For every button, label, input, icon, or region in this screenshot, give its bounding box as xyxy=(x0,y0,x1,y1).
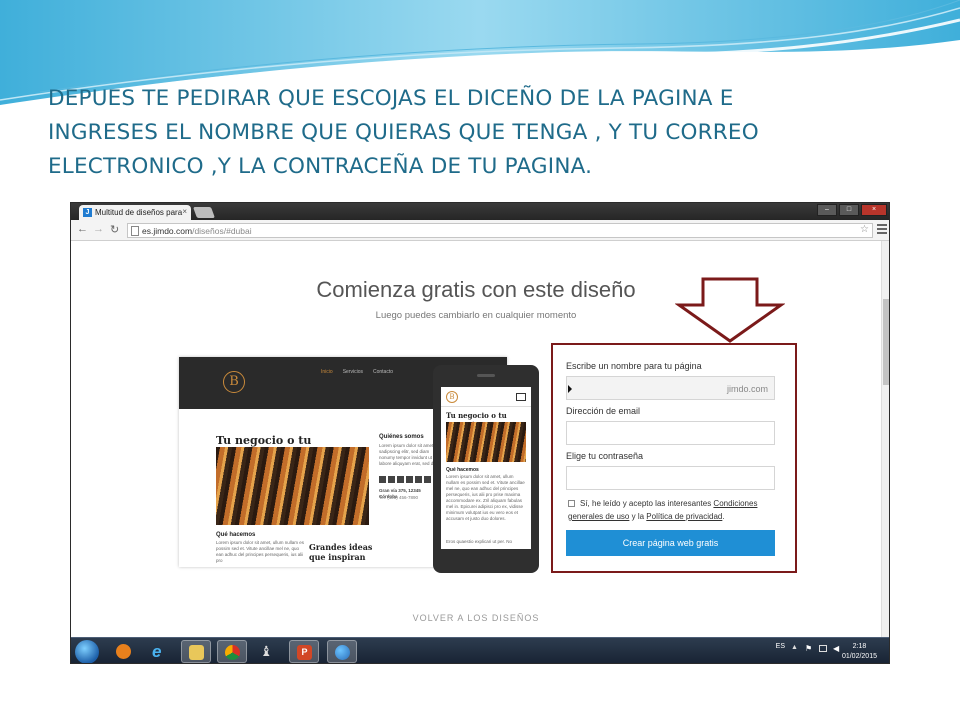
reload-icon[interactable]: ↻ xyxy=(110,223,119,236)
phone-screen: B Tu negocio o tu proyecto Qué hacemos L… xyxy=(441,387,531,549)
slide-title-line-3: ELECTRONICO ,Y LA CONTRACEÑA DE TU PAGIN… xyxy=(48,154,593,179)
email-field[interactable] xyxy=(566,421,775,445)
powerpoint-icon[interactable]: P xyxy=(289,640,319,663)
url-host: es.jimdo.com xyxy=(142,226,193,236)
windows-taskbar: e ♝ P ES ▲ ⚑ ◀ 2:18 01/02/2015 xyxy=(71,637,889,663)
menu-icon[interactable] xyxy=(877,224,887,234)
tab-bar: J Multitud de diseños para × – □ × xyxy=(71,203,889,220)
social-icon xyxy=(397,476,404,483)
password-field[interactable] xyxy=(566,466,775,490)
preview-bottom-heading: Grandes ideas que inspiran xyxy=(309,542,373,562)
preview-side-heading: Quiénes somos xyxy=(379,434,424,440)
tab-title: Multitud de diseños para xyxy=(95,208,183,217)
new-tab-button[interactable] xyxy=(192,207,216,218)
phone-menu-icon xyxy=(516,393,526,401)
maximize-button[interactable]: □ xyxy=(839,204,859,216)
paint-icon[interactable] xyxy=(327,640,357,663)
url-path: /diseños/#dubai xyxy=(192,226,252,236)
phone-logo: B xyxy=(446,391,458,403)
create-website-button[interactable]: Crear página web gratis xyxy=(566,530,775,556)
password-label: Elige tu contraseña xyxy=(566,451,644,461)
windows-media-player-icon[interactable] xyxy=(109,640,139,663)
preview-nav-item: Servicios xyxy=(342,369,363,375)
terms-row: Sí, he leído y acepto las interesantes C… xyxy=(568,497,783,523)
phone-header: B xyxy=(441,387,531,407)
phone-body-text: Lorem ipsum dolor sit amet, ullum nullam… xyxy=(446,474,525,521)
signup-form: Escribe un nombre para tu página jimdo.c… xyxy=(551,343,797,573)
slide-title: DEPUES TE PEDIRAR QUE ESCOJAS EL DICEÑO … xyxy=(48,82,928,184)
terms-checkbox[interactable] xyxy=(568,500,575,507)
email-label: Dirección de email xyxy=(566,406,641,416)
preview-building-image xyxy=(216,447,369,525)
file-explorer-icon[interactable] xyxy=(181,640,211,663)
social-icon xyxy=(388,476,395,483)
preview-logo: B xyxy=(223,371,245,393)
terms-mid: y la xyxy=(629,512,647,521)
close-window-button[interactable]: × xyxy=(861,204,887,216)
close-tab-icon[interactable]: × xyxy=(182,207,187,216)
mouse-cursor-icon xyxy=(568,385,572,393)
browser-toolbar: ← → ↻ es.jimdo.com/diseños/#dubai ☆ xyxy=(71,220,889,241)
page-scrollbar[interactable] xyxy=(881,241,889,637)
minimize-button[interactable]: – xyxy=(817,204,837,216)
privacy-link[interactable]: Política de privacidad xyxy=(646,512,722,521)
preview-section-heading: Qué hacemos xyxy=(216,532,256,538)
social-icon xyxy=(406,476,413,483)
slide-title-line-1: DEPUES TE PEDIRAR QUE ESCOJAS EL DICEÑO … xyxy=(48,86,734,111)
scrollbar-thumb[interactable] xyxy=(883,299,889,385)
clock-time: 2:18 xyxy=(852,643,867,650)
back-to-designs-link[interactable]: VOLVER A LOS DISEÑOS xyxy=(71,613,881,623)
forward-arrow-icon[interactable]: → xyxy=(93,223,104,235)
back-arrow-icon[interactable]: ← xyxy=(77,223,88,235)
phone-speaker xyxy=(477,374,495,377)
network-icon[interactable] xyxy=(819,645,827,652)
taskbar-clock[interactable]: 2:18 01/02/2015 xyxy=(842,642,877,662)
preview-nav: Inicio Servicios Contacto xyxy=(321,369,393,375)
down-arrow-annotation-icon xyxy=(675,277,785,343)
phone-section-heading: Qué hacemos xyxy=(446,467,479,473)
jimdo-favicon-icon: J xyxy=(83,208,92,217)
chrome-icon[interactable] xyxy=(217,640,247,663)
page-content: Comienza gratis con este diseño Luego pu… xyxy=(71,241,889,637)
preview-nav-item: Contacto xyxy=(372,369,393,375)
chess-icon[interactable]: ♝ xyxy=(253,640,283,663)
social-icon xyxy=(379,476,386,483)
window-controls: – □ × xyxy=(817,204,887,216)
terms-text: Sí, he leído y acepto las interesantes xyxy=(580,499,714,508)
star-icon[interactable]: ☆ xyxy=(860,224,869,235)
slide-title-line-2: INGRESES EL NOMBRE QUE QUIERAS QUE TENGA… xyxy=(48,120,759,145)
social-icon xyxy=(424,476,431,483)
phone-building-image xyxy=(446,422,526,462)
browser-window: J Multitud de diseños para × – □ × ← → ↻… xyxy=(70,202,890,664)
page-icon xyxy=(131,226,139,236)
browser-tab[interactable]: J Multitud de diseños para × xyxy=(79,205,191,220)
preview-body-text: Lorem ipsum dolor sit amet, ullum nullam… xyxy=(216,540,305,563)
language-indicator[interactable]: ES xyxy=(776,643,785,650)
terms-end: . xyxy=(722,512,725,521)
action-center-flag-icon[interactable]: ⚑ xyxy=(805,644,813,653)
mobile-design-preview[interactable]: B Tu negocio o tu proyecto Qué hacemos L… xyxy=(433,365,539,573)
page-name-input[interactable]: jimdo.com xyxy=(566,376,775,400)
volume-icon[interactable]: ◀ xyxy=(833,644,841,653)
phone-body-text-2: Eros quaestio explicari ut per. No xyxy=(446,539,513,544)
social-icon xyxy=(415,476,422,483)
address-bar[interactable]: es.jimdo.com/diseños/#dubai ☆ xyxy=(127,223,873,238)
clock-date: 01/02/2015 xyxy=(841,653,877,660)
show-hidden-icons-icon[interactable]: ▲ xyxy=(791,644,799,653)
internet-explorer-icon[interactable]: e xyxy=(145,640,175,663)
windows-start-button[interactable] xyxy=(75,640,99,663)
preview-social-icons xyxy=(379,476,431,483)
preview-phone: Tel. (123) 456-7890 xyxy=(379,495,419,500)
preview-nav-item: Inicio xyxy=(321,369,333,375)
name-label: Escribe un nombre para tu página xyxy=(566,361,702,371)
domain-suffix: jimdo.com xyxy=(726,384,768,394)
